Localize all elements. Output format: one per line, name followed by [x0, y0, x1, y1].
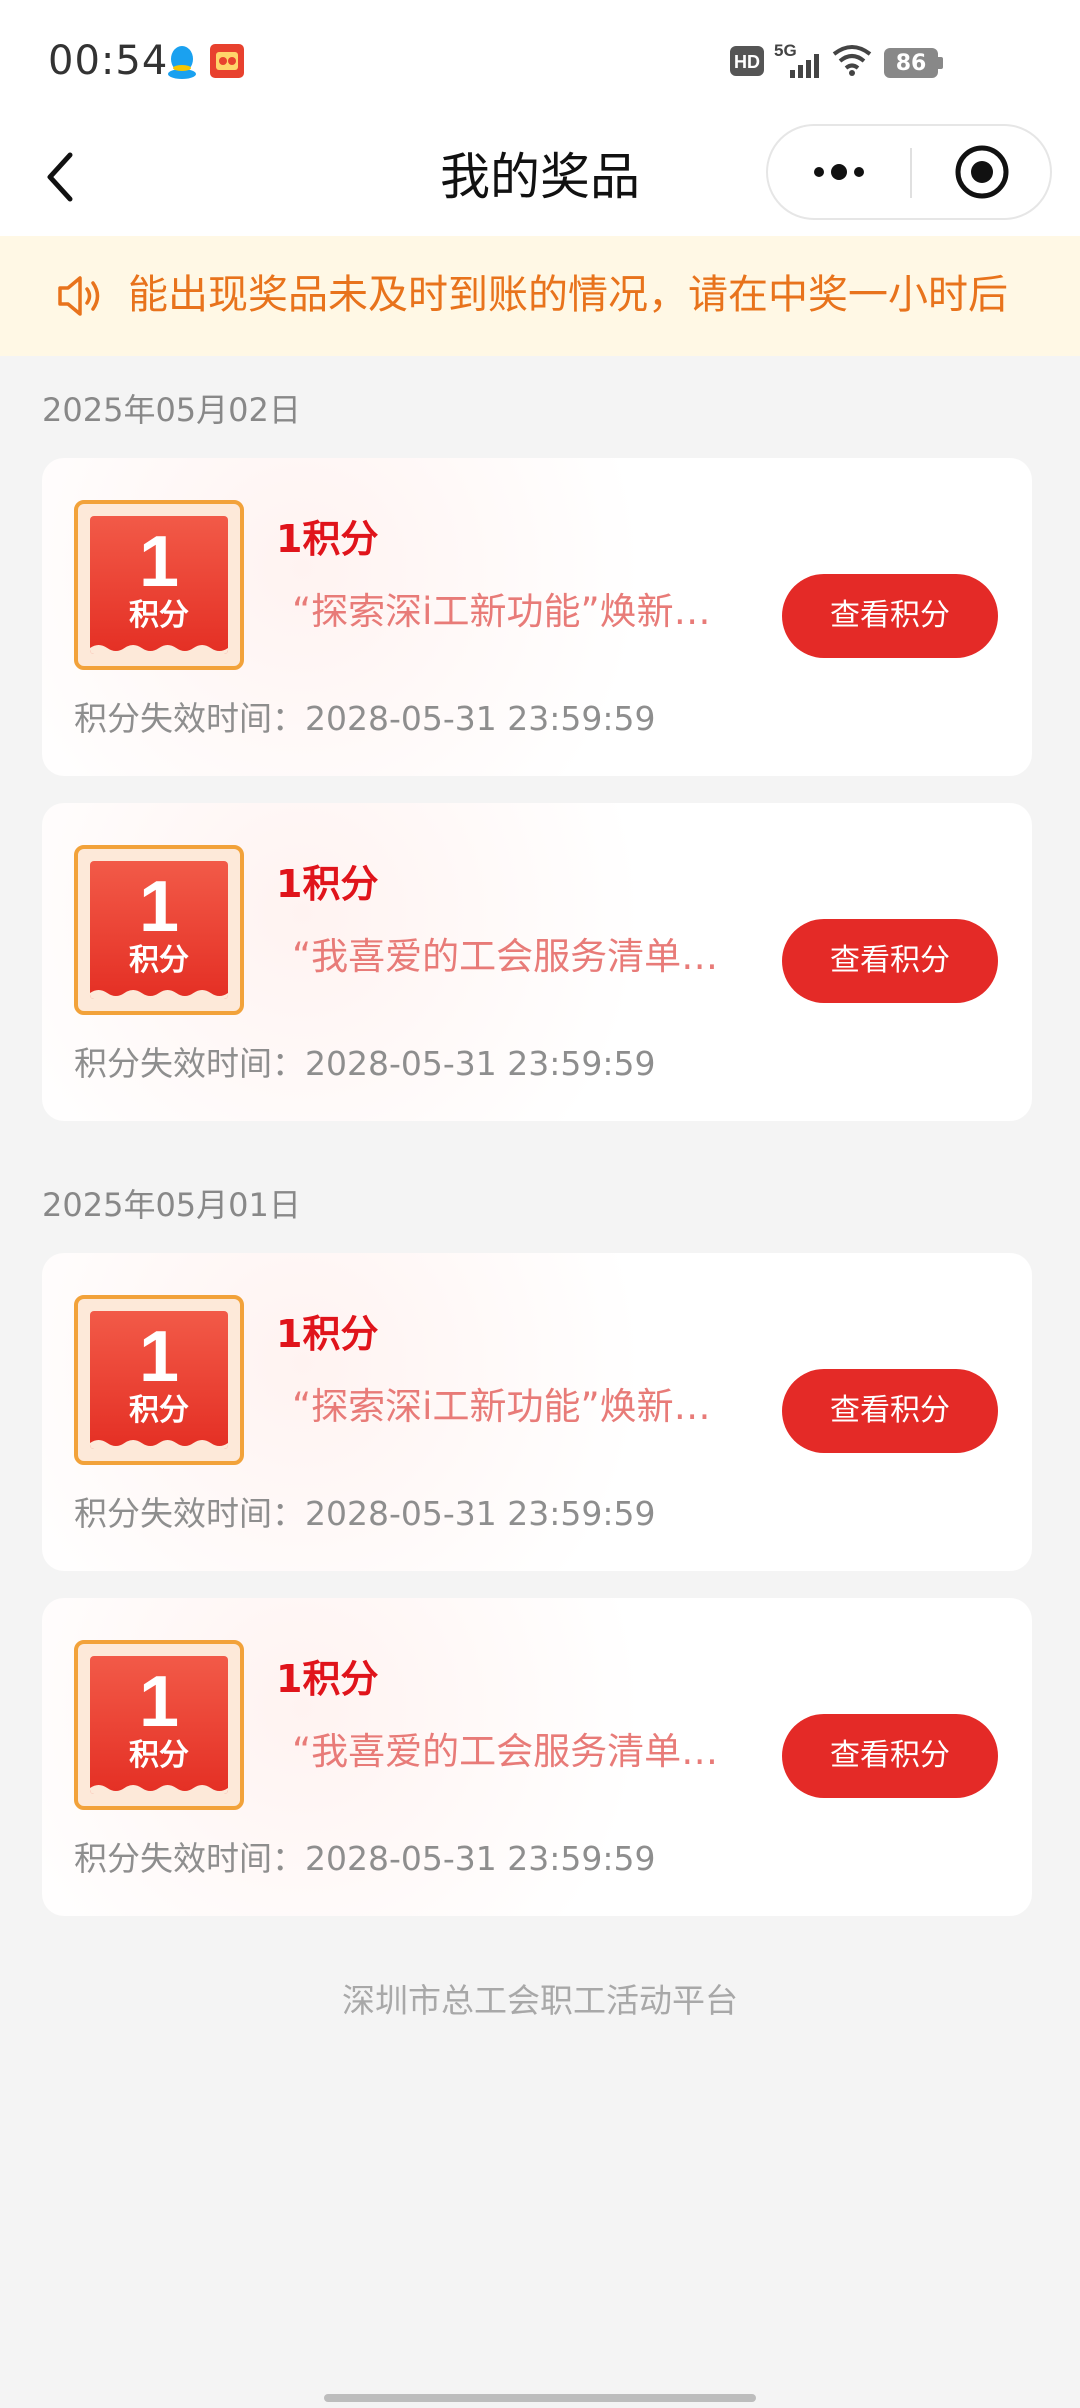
badge-wave-edge	[90, 1440, 228, 1449]
target-close-icon	[955, 145, 1009, 199]
status-time: 00:54	[48, 38, 169, 84]
date-header: 2025年05月02日	[42, 391, 301, 429]
points-badge: 1 积分	[74, 845, 244, 1015]
expire-time: 积分失效时间：2028-05-31 23:59:59	[74, 1494, 656, 1533]
badge-unit: 积分	[129, 943, 189, 978]
notice-text: 能出现奖品未及时到账的情况，请在中奖一小时后	[128, 272, 1008, 318]
points-badge: 1 积分	[74, 1295, 244, 1465]
prize-card: 1 积分 1积分 “我喜爱的工会服务清单… 查看积分 积分失效时间：2028-0…	[42, 1598, 1032, 1916]
prize-card: 1 积分 1积分 “我喜爱的工会服务清单… 查看积分 积分失效时间：2028-0…	[42, 803, 1032, 1121]
qq-icon	[168, 46, 196, 79]
prize-name: 1积分	[276, 517, 379, 561]
badge-number: 1	[138, 867, 180, 947]
miniprogram-capsule	[766, 124, 1052, 220]
more-dots-icon	[814, 164, 864, 180]
expire-time: 积分失效时间：2028-05-31 23:59:59	[74, 1839, 656, 1878]
signal-icon: 5G	[774, 41, 819, 78]
badge-unit: 积分	[129, 1738, 189, 1773]
badge-wave-edge	[90, 1785, 228, 1794]
close-miniprogram-button[interactable]	[912, 126, 1052, 218]
battery-indicator: 86	[884, 48, 938, 78]
badge-inner: 1 积分	[90, 516, 228, 654]
badge-unit: 积分	[129, 1393, 189, 1428]
expire-time: 积分失效时间：2028-05-31 23:59:59	[74, 1044, 656, 1083]
badge-inner: 1 积分	[90, 861, 228, 999]
hd-icon: HD	[730, 46, 764, 76]
badge-number: 1	[138, 1317, 180, 1397]
badge-number: 1	[138, 522, 180, 602]
home-indicator[interactable]	[324, 2394, 756, 2402]
prize-card: 1 积分 1积分 “探索深i工新功能”焕新… 查看积分 积分失效时间：2028-…	[42, 458, 1032, 776]
view-points-button[interactable]: 查看积分	[782, 1714, 998, 1798]
points-badge: 1 积分	[74, 1640, 244, 1810]
view-points-button[interactable]: 查看积分	[782, 1369, 998, 1453]
wifi-icon	[832, 45, 872, 76]
hd-label: HD	[734, 52, 760, 72]
status-bar: 00:54 HD 5G 86	[0, 0, 1080, 120]
network-label: 5G	[774, 41, 797, 60]
badge-number: 1	[138, 1662, 180, 1742]
badge-inner: 1 积分	[90, 1656, 228, 1794]
speaker-icon	[58, 276, 100, 316]
badge-inner: 1 积分	[90, 1311, 228, 1449]
points-badge: 1 积分	[74, 500, 244, 670]
prize-description: “探索深i工新功能”焕新…	[292, 1385, 711, 1428]
prize-description: “我喜爱的工会服务清单…	[292, 1730, 719, 1773]
more-button[interactable]	[768, 126, 910, 218]
prize-card: 1 积分 1积分 “探索深i工新功能”焕新… 查看积分 积分失效时间：2028-…	[42, 1253, 1032, 1571]
prize-description: “我喜爱的工会服务清单…	[292, 935, 719, 978]
view-points-button[interactable]: 查看积分	[782, 574, 998, 658]
badge-wave-edge	[90, 645, 228, 654]
badge-unit: 积分	[129, 598, 189, 633]
date-header: 2025年05月01日	[42, 1186, 301, 1224]
expire-time: 积分失效时间：2028-05-31 23:59:59	[74, 699, 656, 738]
notice-banner: 能出现奖品未及时到账的情况，请在中奖一小时后	[0, 236, 1080, 356]
view-points-button[interactable]: 查看积分	[782, 919, 998, 1003]
badge-wave-edge	[90, 990, 228, 999]
prize-name: 1积分	[276, 862, 379, 906]
footer-platform-name: 深圳市总工会职工活动平台	[342, 1981, 738, 2020]
prize-name: 1积分	[276, 1657, 379, 1701]
prize-name: 1积分	[276, 1312, 379, 1356]
prize-description: “探索深i工新功能”焕新…	[292, 590, 711, 633]
app-notification-icon	[210, 44, 244, 78]
nav-bar: 我的奖品	[0, 120, 1080, 236]
battery-nub	[938, 57, 943, 69]
